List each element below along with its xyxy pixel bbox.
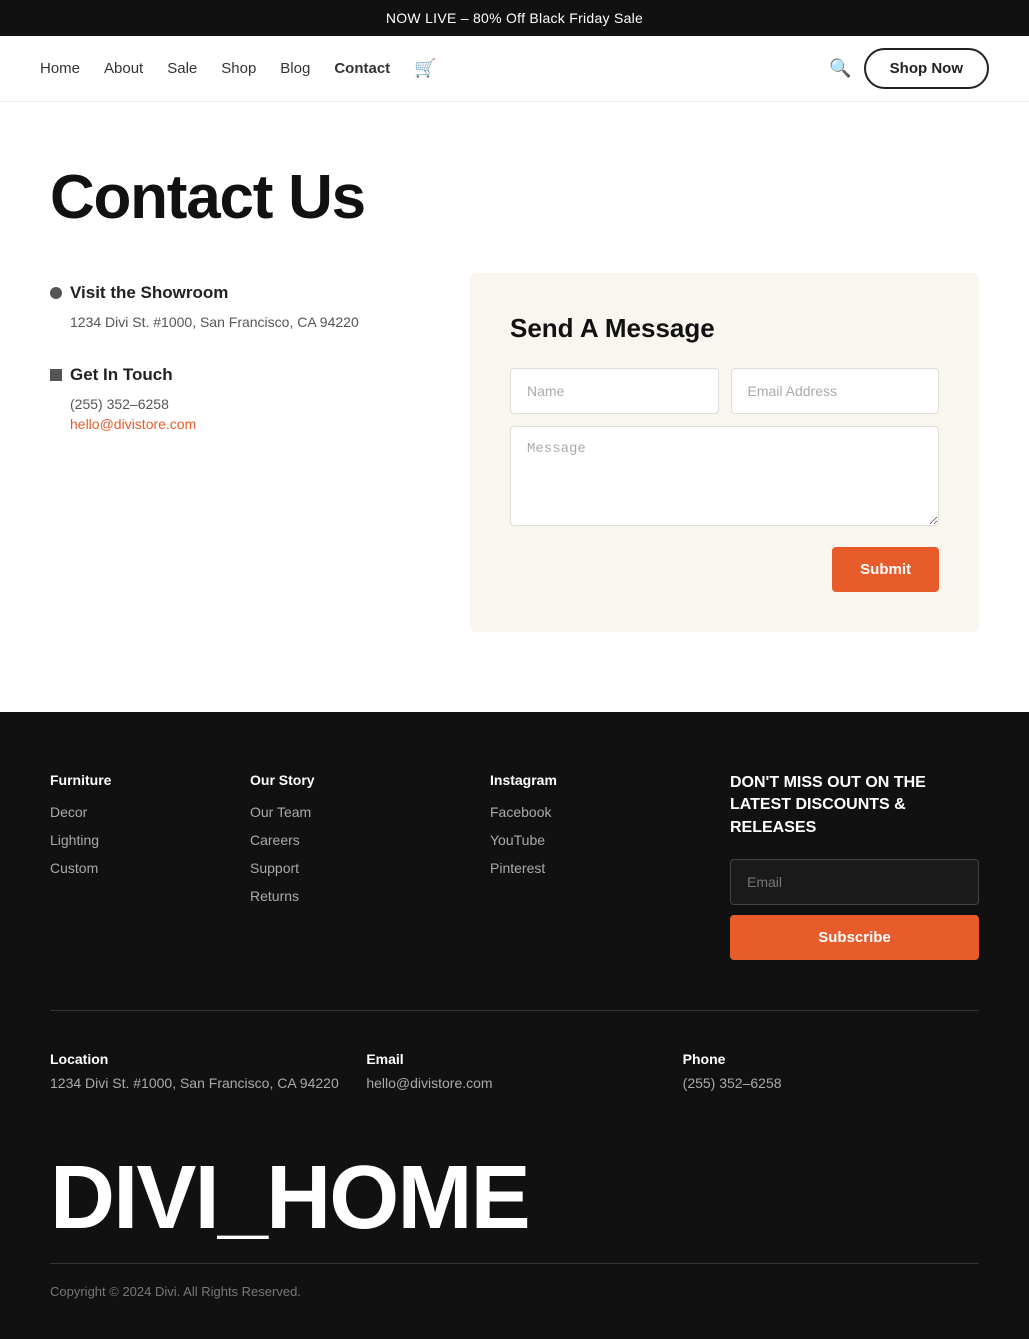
footer-phone-title: Phone [683,1051,979,1067]
phone-icon [50,369,62,381]
footer-col-ourstory: Our Story Our Team Careers Support Retur… [250,772,450,960]
footer-phone-block: Phone (255) 352–6258 [683,1051,979,1093]
visit-title: Visit the Showroom [50,283,430,303]
footer-link-support[interactable]: Support [250,860,299,876]
nav-shop[interactable]: Shop [221,60,256,77]
footer-email-value[interactable]: hello@divistore.com [366,1075,492,1091]
list-item: Custom [50,860,210,878]
contact-info-section: Visit the Showroom 1234 Divi St. #1000, … [50,273,430,632]
submit-button[interactable]: Submit [832,547,939,592]
touch-title: Get In Touch [50,365,430,385]
search-icon[interactable]: 🔍 [829,58,851,79]
shop-now-button[interactable]: Shop Now [864,48,989,89]
footer-col2-title: Our Story [250,772,450,788]
footer-links-section: Furniture Decor Lighting Custom Our Stor… [50,772,979,960]
visit-showroom-block: Visit the Showroom 1234 Divi St. #1000, … [50,283,430,333]
site-header: Home About Sale Shop Blog Contact 🛒 🔍 Sh… [0,36,1029,102]
name-input[interactable] [510,368,719,414]
footer-link-youtube[interactable]: YouTube [490,832,545,848]
main-content: Contact Us Visit the Showroom 1234 Divi … [0,102,1029,712]
form-name-email-row [510,368,939,414]
newsletter-email-input[interactable] [730,859,979,905]
footer-logo: DIVI_HOME [50,1153,979,1243]
footer-col1-links: Decor Lighting Custom [50,804,210,878]
list-item: YouTube [490,832,690,850]
footer-link-decor[interactable]: Decor [50,804,87,820]
visit-address: 1234 Divi St. #1000, San Francisco, CA 9… [50,311,430,333]
footer-location-address: 1234 Divi St. #1000, San Francisco, CA 9… [50,1075,346,1091]
get-in-touch-block: Get In Touch (255) 352–6258 hello@divist… [50,365,430,431]
list-item: Returns [250,888,450,906]
location-icon [50,287,62,299]
message-textarea[interactable] [510,426,939,526]
footer-col3-links: Facebook YouTube Pinterest [490,804,690,878]
nav-about[interactable]: About [104,60,143,77]
email-input[interactable] [731,368,940,414]
list-item: Pinterest [490,860,690,878]
list-item: Lighting [50,832,210,850]
footer-col-social: Instagram Facebook YouTube Pinterest [490,772,690,960]
list-item: Our Team [250,804,450,822]
page-title: Contact Us [50,162,979,233]
contact-form-wrapper: Send A Message Submit [470,273,979,632]
footer-link-lighting[interactable]: Lighting [50,832,99,848]
footer-col2-links: Our Team Careers Support Returns [250,804,450,906]
footer-link-returns[interactable]: Returns [250,888,299,904]
touch-phone: (255) 352–6258 [50,393,430,415]
subscribe-button[interactable]: Subscribe [730,915,979,960]
footer-email-title: Email [366,1051,662,1067]
email-field-wrapper [731,368,940,414]
nav-blog[interactable]: Blog [280,60,310,77]
footer-col-furniture: Furniture Decor Lighting Custom [50,772,210,960]
footer-col1-title: Furniture [50,772,210,788]
list-item: Facebook [490,804,690,822]
newsletter-section: DON'T MISS OUT ON THE LATEST DISCOUNTS &… [730,772,979,960]
cart-icon[interactable]: 🛒 [414,58,436,79]
name-field-wrapper [510,368,719,414]
nav-contact[interactable]: Contact [334,60,390,77]
contact-grid: Visit the Showroom 1234 Divi St. #1000, … [50,273,979,632]
footer-bottom-info: Location 1234 Divi St. #1000, San Franci… [50,1010,979,1093]
list-item: Decor [50,804,210,822]
top-banner: NOW LIVE – 80% Off Black Friday Sale [0,0,1029,36]
footer-email-block: Email hello@divistore.com [366,1051,662,1093]
footer-copyright: Copyright © 2024 Divi. All Rights Reserv… [50,1263,979,1299]
nav-home[interactable]: Home [40,60,80,77]
touch-email[interactable]: hello@divistore.com [50,416,430,432]
newsletter-heading: DON'T MISS OUT ON THE LATEST DISCOUNTS &… [730,772,979,839]
footer-link-custom[interactable]: Custom [50,860,98,876]
message-field-wrapper [510,426,939,531]
header-actions: 🔍 Shop Now [829,48,989,89]
footer-location-block: Location 1234 Divi St. #1000, San Franci… [50,1051,346,1093]
site-footer: Furniture Decor Lighting Custom Our Stor… [0,712,1029,1339]
footer-link-careers[interactable]: Careers [250,832,300,848]
nav-sale[interactable]: Sale [167,60,197,77]
form-title: Send A Message [510,313,939,344]
footer-location-title: Location [50,1051,346,1067]
list-item: Careers [250,832,450,850]
banner-text: NOW LIVE – 80% Off Black Friday Sale [386,10,643,26]
footer-col3-title: Instagram [490,772,690,788]
footer-link-facebook[interactable]: Facebook [490,804,551,820]
footer-phone-value: (255) 352–6258 [683,1075,979,1091]
list-item: Support [250,860,450,878]
footer-link-ourteam[interactable]: Our Team [250,804,311,820]
main-nav: Home About Sale Shop Blog Contact 🛒 [40,58,437,79]
footer-link-pinterest[interactable]: Pinterest [490,860,545,876]
